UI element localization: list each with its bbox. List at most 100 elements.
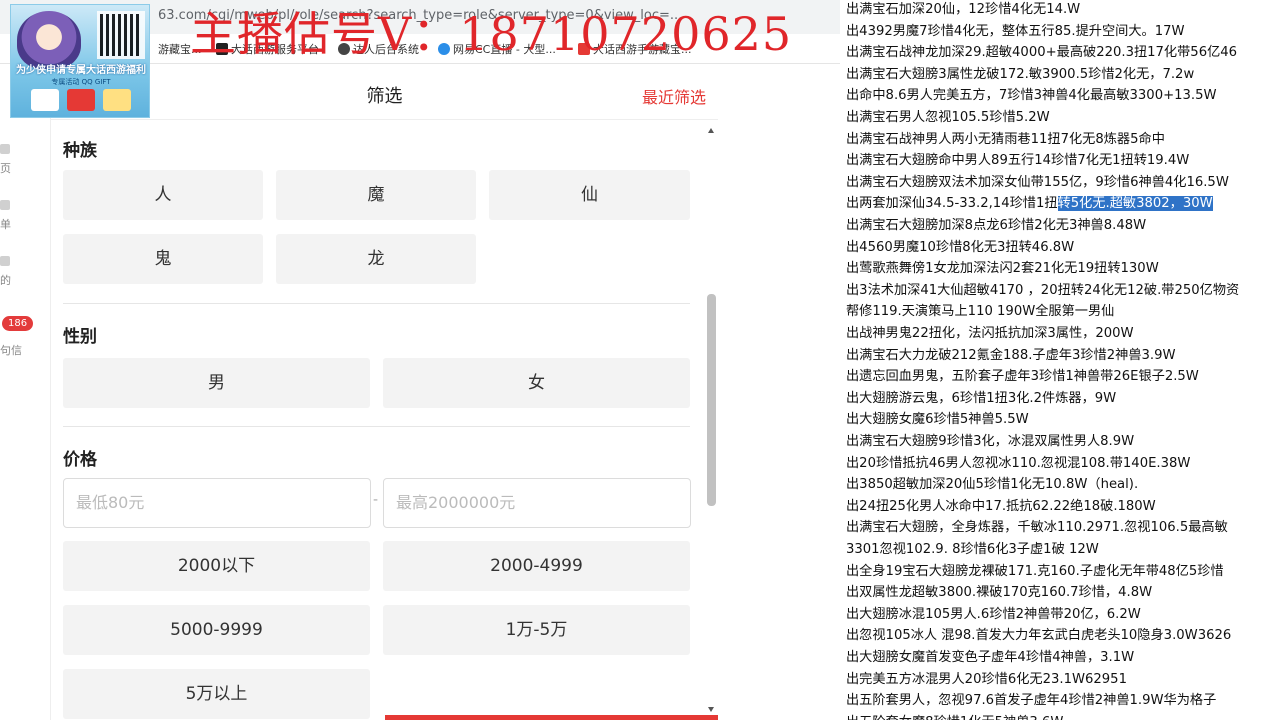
banner-slogan: 为少侠申请专属大话西游福利 xyxy=(16,65,146,76)
listing-text: 出满宝石大翅膀，全身炼器，千敏冰110.2971.忽视106.5最高敏 xyxy=(846,520,1228,536)
listing-line: 出双属性龙超敏3800.裸破170克160.7珍惜，4.8W xyxy=(846,582,1152,604)
panel-scrollbar[interactable] xyxy=(705,126,717,716)
listing-line: 出五阶套女魔8珍惜1化无5神兽3.6W xyxy=(846,712,1063,720)
listing-text: 出忽视105冰人 混98.首发大力年玄武白虎老头10隐身3.0W3626 xyxy=(846,628,1232,644)
listing-line: 出4560男魔10珍惜8化无3扭转46.8W xyxy=(846,237,1074,259)
nav-label: 单 xyxy=(0,218,11,231)
listing-text: 出3法术加深41大仙超敏4170 ，20扭转24化无12破.带250亿物资 xyxy=(846,282,1240,298)
listing-text: 出五阶套男人，忽视97.6首发子虚年4珍惜2神兽1.9W华为格子 xyxy=(846,693,1217,709)
listing-text: 出大翅膀女魔首发变色子虚年4珍惜4神兽，3.1W xyxy=(846,650,1135,665)
race-option[interactable]: 人 xyxy=(63,170,263,220)
listing-text: 出满宝石大翅膀3属性龙破172.敏3900.5珍惜2化无，7.2w xyxy=(846,66,1195,82)
listing-line: 出满宝石男人忽视105.5珍惜5.2W xyxy=(846,107,1050,129)
gender-section-title: 性别 xyxy=(63,327,97,347)
scroll-thumb[interactable] xyxy=(707,294,716,506)
race-section-title: 种族 xyxy=(63,141,97,161)
price-option[interactable]: 5万以上 xyxy=(63,669,370,719)
listing-text: 出4560男魔10珍惜8化无3扭转46.8W xyxy=(846,239,1075,255)
listing-text: 出大翅膀游云鬼，6珍惜1扭3化.2件炼器，9W xyxy=(846,390,1117,406)
listing-text: 出大翅膀冰混105男人.6珍惜2神兽带20亿，6.2W xyxy=(846,606,1141,622)
listing-text: 出五阶套女魔8珍惜1化无5神兽3.6W xyxy=(846,715,1063,720)
nav-home[interactable]: 页 xyxy=(0,144,30,176)
price-option[interactable]: 2000以下 xyxy=(63,541,370,591)
listing-line: 出遗忘回血男鬼，五阶套子虚年3珍惜1神兽带26E银子2.5W xyxy=(846,366,1199,388)
listing-line: 出满宝石大力龙破212氪金188.子虚年3珍惜2神兽3.9W xyxy=(846,345,1176,367)
listing-text: 出满宝石战神男人两小无猜雨巷11扭7化无8炼器5命中 xyxy=(846,131,1165,147)
nav-messages[interactable]: 句信 xyxy=(0,342,30,358)
listing-line: 出命中8.6男人完美五方，7珍惜3神兽4化最高敏3300+13.5W xyxy=(846,85,1217,107)
listing-text: 出满宝石大翅膀命中男人89五行14珍惜7化无1扭转19.4W xyxy=(846,153,1190,169)
listing-line: 出20珍惜抵抗46男人忽视冰110.忽视混108.带140E.38W xyxy=(846,453,1190,475)
confirm-button-edge[interactable] xyxy=(385,715,718,720)
listing-text: 出大翅膀女魔6珍惜5神兽5.5W xyxy=(846,412,1029,428)
streamer-watermark: 主播估号V：18710720625 xyxy=(190,7,793,61)
listing-line: 出满宝石大翅膀双法术加深女仙带155亿，9珍惜6神兽4化16.5W xyxy=(846,172,1229,194)
listing-line: 出大翅膀游云鬼，6珍惜1扭3化.2件炼器，9W xyxy=(846,388,1116,410)
coupon-icon xyxy=(67,89,95,111)
listing-line: 出五阶套男人，忽视97.6首发子虚年4珍惜2神兽1.9W华为格子 xyxy=(846,690,1216,712)
race-option[interactable]: 龙 xyxy=(276,234,476,284)
listing-line: 出全身19宝石大翅膀龙裸破171.克160.子虚化无年带48亿5珍惜 xyxy=(846,561,1224,583)
listing-text: 出满宝石加深20仙，12珍惜4化无14.W xyxy=(846,2,1081,17)
max-price-input[interactable]: 最高2000000元 xyxy=(383,478,691,528)
listing-line: 出完美五方冰混男人20珍惜6化无23.1W62951 xyxy=(846,669,1127,691)
scroll-up-icon[interactable] xyxy=(708,128,714,133)
promo-banner[interactable]: 为少侠申请专属大话西游福利 专属活动 QQ GIFT xyxy=(10,4,150,118)
section-divider xyxy=(63,303,690,304)
listing-text: 出满宝石大翅膀9珍惜3化，冰混双属性男人8.9W xyxy=(846,434,1135,449)
listing-text: 出满宝石战神龙加深29.超敏4000+最高破220.3扭17化带56亿46 xyxy=(846,45,1238,61)
listing-line: 3301忽视102.9. 8珍惜6化3子虚1破 12W xyxy=(846,539,1099,561)
section-divider xyxy=(63,426,690,427)
home-icon xyxy=(0,144,10,154)
listing-line: 出大翅膀女魔首发变色子虚年4珍惜4神兽，3.1W xyxy=(846,647,1134,669)
listing-line: 出战神男鬼22扭化，法闪抵抗加深3属性，200W xyxy=(846,323,1134,345)
gender-option[interactable]: 男 xyxy=(63,358,370,408)
listing-line: 出24扭25化男人冰命中17.抵抗62.22绝18破.180W xyxy=(846,496,1156,518)
listing-line: 出3850超敏加深20仙5珍惜1化无10.8W（heal). xyxy=(846,474,1138,496)
listing-line: 出满宝石大翅膀3属性龙破172.敏3900.5珍惜2化无，7.2w xyxy=(846,64,1194,86)
race-option[interactable]: 魔 xyxy=(276,170,476,220)
gender-option[interactable]: 女 xyxy=(383,358,690,408)
listing-line: 出4392男魔7珍惜4化无，整体五行85.提升空间大。17W xyxy=(846,21,1185,43)
listing-text: 3301忽视102.9. 8珍惜6化3子虚1破 12W xyxy=(846,542,1099,557)
price-option[interactable]: 5000-9999 xyxy=(63,605,370,655)
nav-label: 的 xyxy=(0,274,11,287)
panel-header: 筛选 最近筛选 xyxy=(51,64,718,120)
listing-line: 出满宝石战神龙加深29.超敏4000+最高破220.3扭17化带56亿46 xyxy=(846,42,1237,64)
user-icon xyxy=(0,256,10,266)
selected-text: 转5化无.超敏3802，30W xyxy=(1057,196,1213,212)
listing-text: 出命中8.6男人完美五方，7珍惜3神兽4化最高敏3300+13.5W xyxy=(846,88,1217,104)
listing-line: 出大翅膀冰混105男人.6珍惜2神兽带20亿，6.2W xyxy=(846,604,1141,626)
nav-orders[interactable]: 单 xyxy=(0,200,30,232)
listing-line: 出满宝石大翅膀加深8点龙6珍惜2化无3神兽8.48W xyxy=(846,215,1146,237)
listing-text: 出20珍惜抵抗46男人忽视冰110.忽视混108.带140E.38W xyxy=(846,455,1191,471)
listing-line: 出满宝石战神男人两小无猜雨巷11扭7化无8炼器5命中 xyxy=(846,129,1165,151)
listing-text: 出满宝石大翅膀双法术加深女仙带155亿，9珍惜6神兽4化16.5W xyxy=(846,174,1229,190)
listing-line: 出两套加深仙34.5-33.2,14珍惜1扭转5化无.超敏3802，30W xyxy=(846,193,1213,215)
listing-line: 帮修119.天演策马上110 190W全服第一男仙 xyxy=(846,301,1114,323)
listing-line: 出莺歌燕舞傍1女龙加深法闪2套21化无19扭转130W xyxy=(846,258,1159,280)
nav-mine[interactable]: 的 xyxy=(0,256,30,288)
race-option[interactable]: 仙 xyxy=(489,170,690,220)
listing-line: 出满宝石大翅膀，全身炼器，千敏冰110.2971.忽视106.5最高敏 xyxy=(846,517,1228,539)
order-icon xyxy=(0,200,10,210)
message-count-badge: 186 xyxy=(2,316,34,331)
price-option[interactable]: 1万-5万 xyxy=(383,605,690,655)
panel-title: 筛选 xyxy=(366,86,403,107)
price-option[interactable]: 2000-4999 xyxy=(383,541,690,591)
listing-text: 出满宝石大力龙破212氪金188.子虚年3珍惜2神兽3.9W xyxy=(846,347,1176,363)
price-section-title: 价格 xyxy=(63,450,97,470)
race-option[interactable]: 鬼 xyxy=(63,234,263,284)
listing-text: 出完美五方冰混男人20珍惜6化无23.1W62951 xyxy=(846,671,1127,687)
listing-text: 出满宝石男人忽视105.5珍惜5.2W xyxy=(846,110,1050,125)
nav-label: 页 xyxy=(0,162,11,175)
recent-filter-link[interactable]: 最近筛选 xyxy=(642,84,706,108)
scroll-down-icon[interactable] xyxy=(708,707,714,712)
min-price-input[interactable]: 最低80元 xyxy=(63,478,371,528)
listing-text: 出24扭25化男人冰命中17.抵抗62.22绝18破.180W xyxy=(846,498,1156,514)
qr-code-icon xyxy=(97,11,145,59)
nav-label: 句信 xyxy=(0,344,22,357)
listing-text: 出满宝石大翅膀加深8点龙6珍惜2化无3神兽8.48W xyxy=(846,218,1147,233)
listing-text: 出双属性龙超敏3800.裸破170克160.7珍惜，4.8W xyxy=(846,585,1153,601)
listing-text: 出4392男魔7珍惜4化无，整体五行85.提升空间大。17W xyxy=(846,23,1185,39)
